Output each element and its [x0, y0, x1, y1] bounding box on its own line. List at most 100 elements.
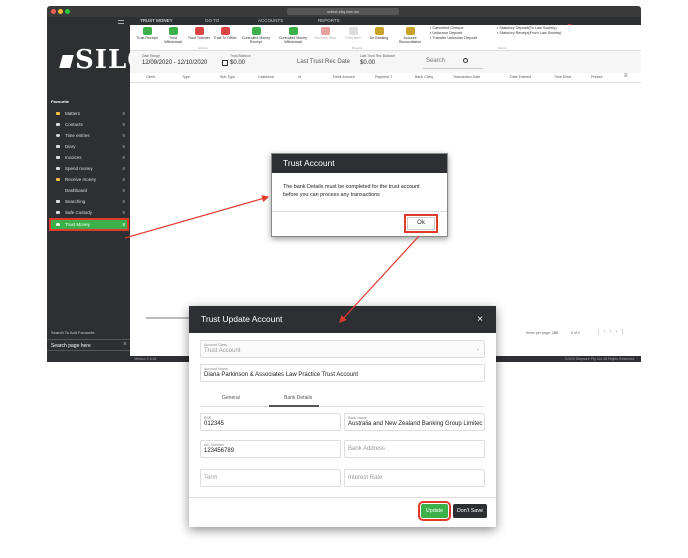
- bank-name-field[interactable]: Bank Name Australia and New Zealand Bank…: [344, 413, 485, 431]
- transfer-icon: [194, 27, 204, 35]
- column-header[interactable]: Debit Amount: [333, 75, 355, 79]
- search-page-input[interactable]: Search page here ×: [47, 339, 130, 351]
- column-menu-icon[interactable]: ≡: [624, 73, 628, 79]
- column-header[interactable]: Time Enter: [554, 75, 571, 79]
- hamburger-menu-icon[interactable]: [118, 20, 124, 24]
- controlled-money-receipt-button[interactable]: Controlled Money Receipt: [240, 27, 272, 44]
- search-icon: [56, 200, 60, 203]
- field-value: 012345: [204, 421, 225, 427]
- sidebar-item-diary[interactable]: Diary 8: [51, 142, 127, 151]
- trust-to-office-button[interactable]: Trust To Office: [212, 27, 238, 40]
- field-value: 123456789: [204, 448, 235, 454]
- sidebar-item-time-entries[interactable]: Time entries 8: [51, 131, 127, 140]
- column-header[interactable]: Date Entered: [510, 75, 531, 79]
- button-label: Trust Withdrawal: [164, 36, 182, 44]
- link-label: Unknown Deposit: [432, 31, 463, 35]
- column-header[interactable]: Transaction Date: [453, 75, 480, 79]
- receipt-icon: [142, 27, 152, 35]
- trust-receipt-button[interactable]: Trust Receipt: [134, 27, 160, 40]
- reverse-icon: [320, 27, 330, 35]
- search-icon[interactable]: [463, 58, 468, 63]
- interest-rate-field[interactable]: Interest Rate: [344, 469, 485, 487]
- trust-balance-label: Trust Balance: [230, 54, 251, 58]
- tab-go-to[interactable]: GO TO: [205, 17, 219, 25]
- calendar-icon[interactable]: [222, 60, 228, 66]
- top-nav: TRUST MONEY GO TO ACCOUNTS REPORTS: [130, 17, 641, 25]
- transfer-unknown-deposit-link[interactable]: ▪ Transfer Unknown Deposit: [430, 36, 477, 41]
- group-label-reports: Reports: [352, 46, 363, 50]
- column-header[interactable]: Client: [146, 75, 155, 79]
- column-header[interactable]: Type: [182, 75, 190, 79]
- items-per-page-select[interactable]: 100: [552, 331, 558, 335]
- trust-account-dialog: Trust Account The bank Details must be c…: [271, 153, 448, 237]
- button-label: Controlled Money Withdrawal: [278, 36, 308, 44]
- account-number-field[interactable]: A/C Number 123456789: [200, 440, 341, 458]
- sidebar-item-label: Invoices: [65, 155, 82, 160]
- sidebar-item-contacts[interactable]: Contacts 8: [51, 120, 127, 129]
- last-trust-rec-date: Last Trust Rec Date: [297, 59, 351, 65]
- column-header[interactable]: Bank Cheq: [415, 75, 433, 79]
- sidebar-item-label: Searching: [65, 199, 86, 204]
- sidebar-item-count: 8: [122, 111, 125, 116]
- tab-general[interactable]: General: [222, 395, 240, 401]
- account-class-select[interactable]: Account Class Trust Account ▾: [200, 340, 485, 358]
- do-banking-button[interactable]: Do Banking: [366, 27, 392, 40]
- tab-accounts[interactable]: ACCOUNTS: [258, 17, 283, 25]
- minimize-window-icon[interactable]: [58, 9, 63, 14]
- sidebar-item-searching[interactable]: Searching 8: [51, 197, 127, 206]
- favourite-heading: Favourite: [51, 99, 70, 104]
- button-label: Trust Transfer: [187, 36, 211, 40]
- sidebar-item-matters[interactable]: Matters 8: [51, 109, 127, 118]
- trust-withdrawal-button[interactable]: Trust Withdrawal: [160, 27, 186, 44]
- address-bar[interactable]: online.silq.com.au: [287, 8, 399, 15]
- column-header[interactable]: Sub Type: [220, 75, 235, 79]
- close-window-icon[interactable]: [51, 9, 56, 14]
- search-input[interactable]: Search: [423, 56, 483, 69]
- sidebar-item-dashboard[interactable]: Dashboard 8: [51, 186, 127, 195]
- reverse-item-button[interactable]: Reverse Item: [312, 27, 338, 40]
- statutory-receipt-link[interactable]: ▪ Statutory Receipt(From Law Society): [497, 31, 561, 36]
- items-per-page-label: Items per page:: [526, 331, 551, 335]
- field-label: A/C Number: [204, 443, 224, 447]
- invoice-icon: [56, 156, 60, 159]
- sidebar-item-trust-money[interactable]: Trust Money 8: [49, 218, 129, 231]
- trust-transfer-button[interactable]: Trust Transfer: [186, 27, 212, 40]
- update-button[interactable]: Update: [418, 501, 451, 521]
- pagination-arrows-icon[interactable]: |‹‹›|: [598, 329, 627, 335]
- sidebar-item-label: Matters: [65, 111, 81, 116]
- field-label: Account Class: [204, 343, 227, 347]
- print-item-button[interactable]: Print Item: [340, 27, 366, 40]
- column-header[interactable]: Payment T: [375, 75, 392, 79]
- tab-reports[interactable]: REPORTS: [318, 17, 340, 25]
- column-header[interactable]: Id: [298, 75, 301, 79]
- column-header[interactable]: Printed: [591, 75, 602, 79]
- dont-save-button[interactable]: Don't Save: [453, 504, 487, 518]
- date-range-input[interactable]: 12/09/2020 - 12/10/2020: [142, 60, 207, 66]
- table-header: Client Type Sub Type Cashbook Id Debit A…: [130, 73, 641, 83]
- sidebar-item-label: Spend money: [65, 166, 93, 171]
- sidebar-item-invoices[interactable]: Invoices 8: [51, 153, 127, 162]
- bank-address-field[interactable]: Bank Address: [344, 440, 485, 458]
- sidebar-item-safe-custody[interactable]: Safe Custody 8: [51, 208, 127, 217]
- column-header[interactable]: Cashbook: [258, 75, 274, 79]
- browser-titlebar: online.silq.com.au: [47, 6, 641, 17]
- term-field[interactable]: Term: [200, 469, 341, 487]
- close-icon[interactable]: ×: [123, 341, 127, 348]
- last-trust-rec-balance-value: $0.00: [360, 60, 376, 66]
- ok-button[interactable]: Ok: [404, 214, 438, 233]
- tab-bank-details[interactable]: Bank Details: [284, 395, 312, 401]
- controlled-money-withdrawal-button[interactable]: Controlled Money Withdrawal: [276, 27, 310, 44]
- withdrawal-icon: [288, 27, 298, 35]
- tab-trust-money[interactable]: TRUST MONEY: [140, 17, 173, 25]
- sidebar-item-receive-money[interactable]: Receive money 8: [51, 175, 127, 184]
- sidebar-item-spend-money[interactable]: Spend money 8: [51, 164, 127, 173]
- link-label: Cancelled Cheque: [432, 26, 464, 30]
- divider: [189, 497, 496, 498]
- account-name-field[interactable]: Account Name Diana Parkinson & Associate…: [200, 364, 485, 382]
- sidebar-item-count: 8: [122, 133, 125, 138]
- field-label: Account Name: [204, 367, 228, 371]
- maximize-window-icon[interactable]: [65, 9, 70, 14]
- bsb-field[interactable]: BSB 012345: [200, 413, 341, 431]
- account-reconciliation-button[interactable]: Account Reconciliation: [394, 27, 426, 44]
- close-icon[interactable]: ×: [477, 306, 483, 333]
